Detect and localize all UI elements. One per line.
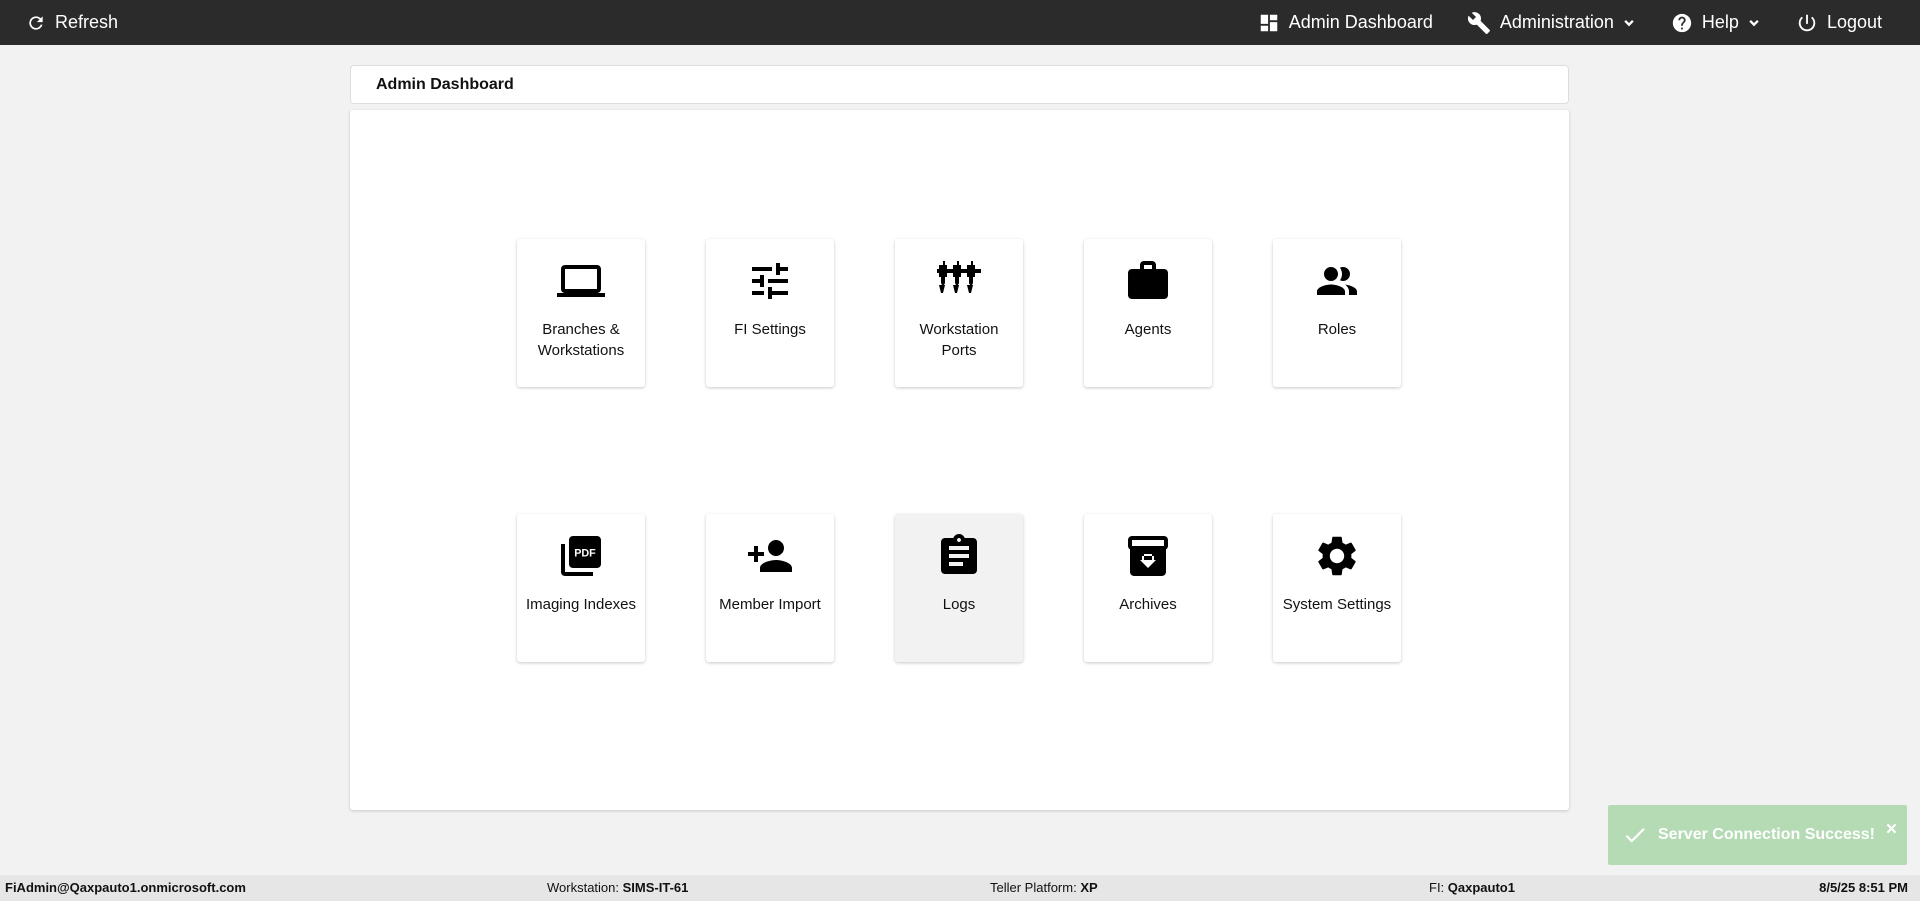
nav-help[interactable]: Help (1671, 12, 1762, 34)
tile-label: Imaging Indexes (525, 596, 637, 613)
tile-imaging-indexes[interactable]: PDF Imaging Indexes (517, 514, 645, 662)
nav-admin-dashboard[interactable]: Admin Dashboard (1258, 12, 1433, 34)
datetime-value: 8/5/25 8:51 PM (1819, 880, 1908, 895)
tile-archives[interactable]: Archives (1084, 514, 1212, 662)
tile-label: FI Settings (734, 321, 806, 338)
ports-icon (935, 257, 983, 305)
tile-label: Logs (942, 596, 976, 613)
toast-close-button[interactable]: × (1886, 819, 1897, 841)
status-bar: FiAdmin@Qaxpauto1.onmicrosoft.com Workst… (0, 875, 1920, 901)
platform-label: Teller Platform: (990, 880, 1077, 895)
tile-label: Branches & Workstations (537, 321, 625, 359)
nav-logout-label: Logout (1826, 12, 1882, 32)
status-datetime: 8/5/25 8:51 PM (1819, 880, 1908, 895)
status-workstation: Workstation: SIMS-IT-61 (547, 880, 688, 895)
workstation-label: Workstation: (547, 880, 620, 895)
tile-label: Workstation Ports (919, 321, 999, 359)
pdf-icon: PDF (557, 532, 605, 580)
tile-member-import[interactable]: Member Import (706, 514, 834, 662)
wrench-icon (1467, 11, 1490, 34)
dashboard-panel: Branches & Workstations FI Settings Work… (350, 110, 1569, 810)
workstation-value: SIMS-IT-61 (622, 880, 689, 895)
tile-label: System Settings (1282, 596, 1392, 613)
dashboard-icon (1260, 14, 1278, 31)
success-toast: Server Connection Success! × (1608, 805, 1907, 865)
clipboard-icon (935, 532, 983, 580)
chevron-down-icon (1624, 19, 1634, 26)
toast-message: Server Connection Success! (1658, 826, 1875, 843)
person-add-icon (746, 532, 794, 580)
fi-value: Qaxpauto1 (1447, 880, 1515, 895)
user-email: FiAdmin@Qaxpauto1.onmicrosoft.com (5, 880, 246, 895)
status-fi: FI: Qaxpauto1 (1429, 880, 1515, 895)
tile-system-settings[interactable]: System Settings (1273, 514, 1401, 662)
tile-workstation-ports[interactable]: Workstation Ports (895, 239, 1023, 387)
top-nav-bar: Refresh Admin Dashboard Administration H… (0, 0, 1920, 45)
briefcase-icon (1124, 257, 1172, 305)
nav-administration-label: Administration (1499, 12, 1614, 32)
tile-roles[interactable]: Roles (1273, 239, 1401, 387)
tile-label: Roles (1317, 321, 1357, 338)
tile-branches-workstations[interactable]: Branches & Workstations (517, 239, 645, 387)
checkmark-icon (1625, 828, 1645, 843)
tile-agents[interactable]: Agents (1084, 239, 1212, 387)
nav-administration[interactable]: Administration (1467, 11, 1637, 35)
tile-label: Archives (1119, 596, 1177, 613)
page-title: Admin Dashboard (376, 75, 514, 93)
sliders-icon (746, 257, 794, 305)
gear-icon (1313, 532, 1361, 580)
laptop-icon (557, 257, 605, 305)
page-title-card: Admin Dashboard (350, 65, 1569, 104)
tile-fi-settings[interactable]: FI Settings (706, 239, 834, 387)
archive-icon (1124, 532, 1172, 580)
refresh-label: Refresh (55, 12, 119, 32)
chevron-down-icon (1749, 19, 1759, 26)
nav-admin-dashboard-label: Admin Dashboard (1288, 12, 1433, 32)
nav-help-label: Help (1701, 12, 1739, 32)
help-icon (1672, 13, 1692, 32)
refresh-icon (29, 15, 43, 30)
people-icon (1313, 257, 1361, 305)
tile-logs[interactable]: Logs (895, 514, 1023, 662)
status-user: FiAdmin@Qaxpauto1.onmicrosoft.com (5, 880, 246, 895)
svg-text:PDF: PDF (574, 548, 596, 560)
tile-label: Agents (1124, 321, 1172, 338)
refresh-button[interactable]: Refresh (26, 12, 118, 33)
power-icon (1798, 14, 1816, 31)
nav-logout[interactable]: Logout (1796, 12, 1882, 34)
tile-label: Member Import (719, 596, 821, 613)
platform-value: XP (1080, 880, 1098, 895)
status-platform: Teller Platform: XP (990, 880, 1098, 895)
fi-label: FI: (1429, 880, 1445, 895)
